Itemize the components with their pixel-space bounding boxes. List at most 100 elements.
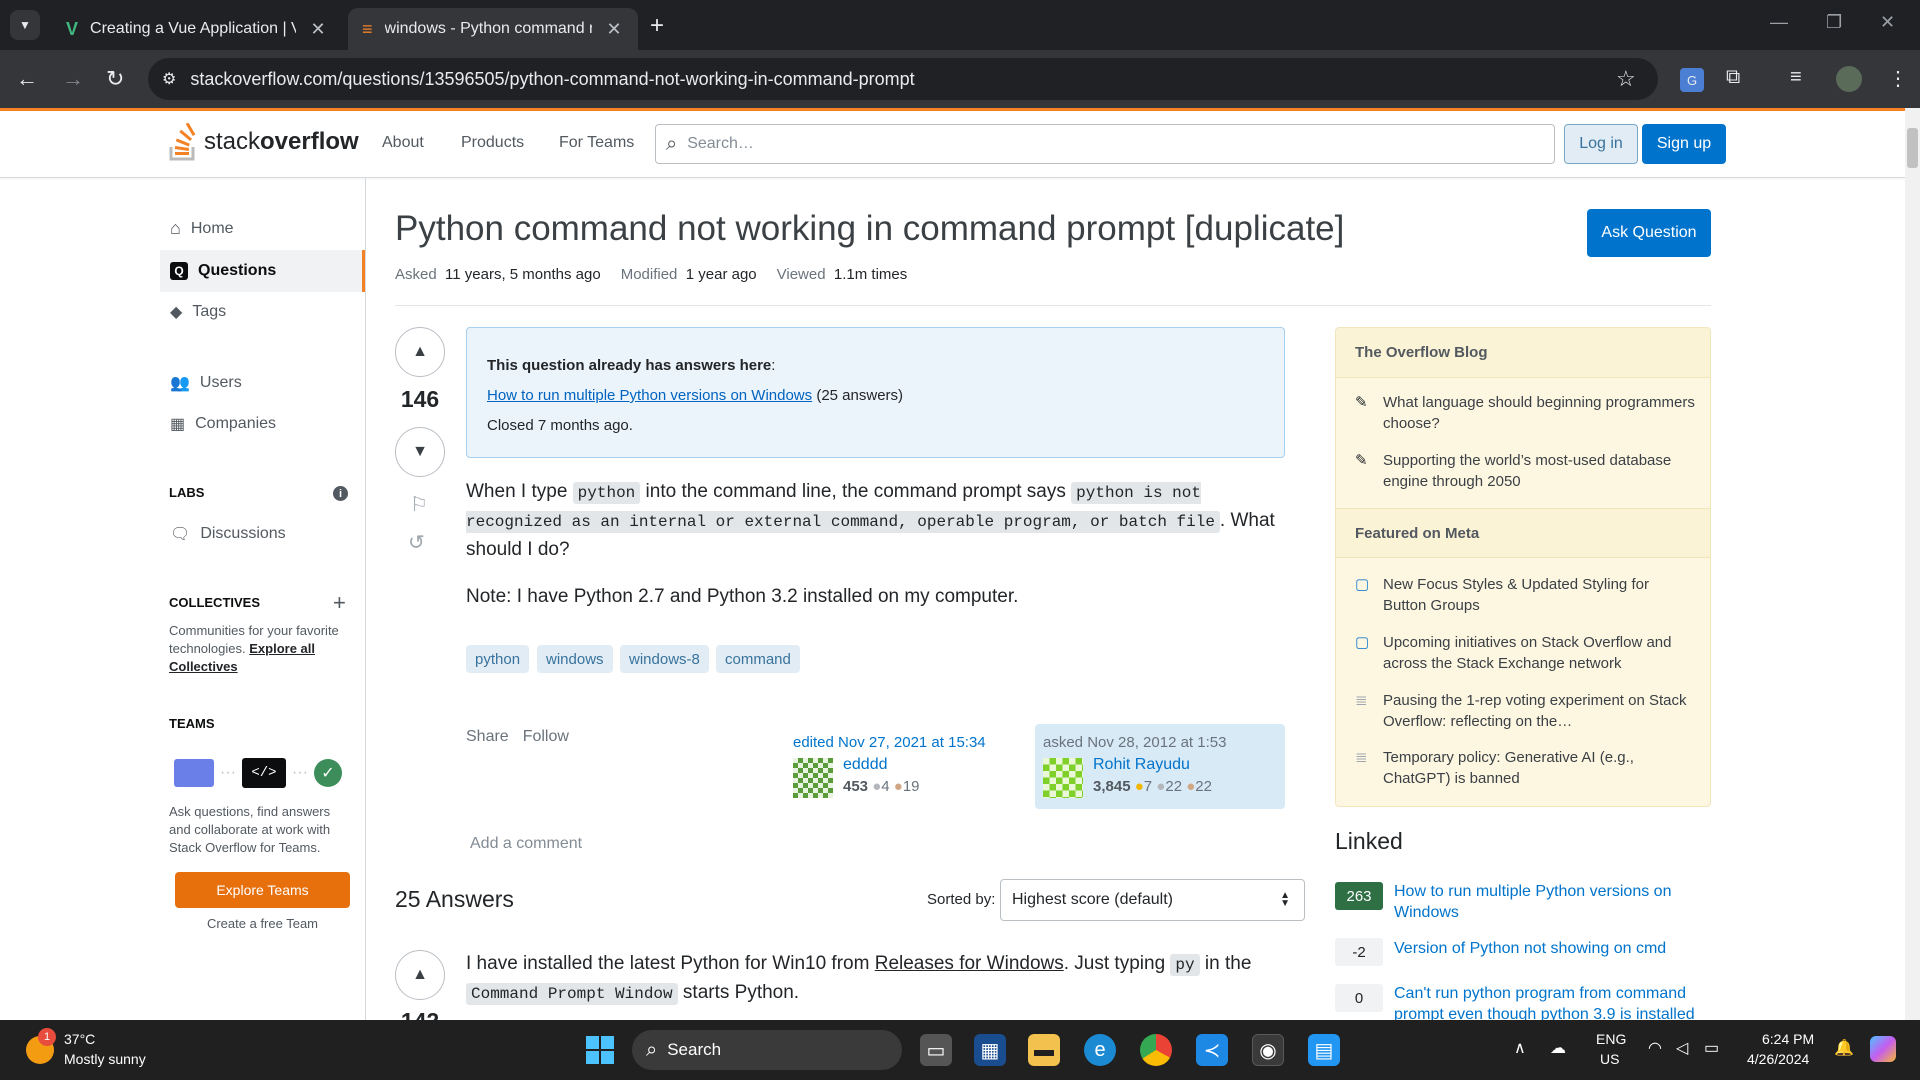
- language-region[interactable]: US: [1600, 1051, 1619, 1067]
- sidebar-item-users[interactable]: 👥 Users: [170, 373, 242, 393]
- forward-icon[interactable]: →: [62, 66, 84, 92]
- copilot-icon[interactable]: [1870, 1036, 1896, 1062]
- browser-tab-stackoverflow[interactable]: ≡ windows - Python command not working i…: [348, 8, 638, 50]
- translate-extension-icon[interactable]: G: [1680, 68, 1704, 92]
- show-hidden-icons[interactable]: ∧: [1514, 1038, 1526, 1058]
- sidebar-item-tags[interactable]: ◆ Tags: [170, 302, 226, 322]
- sidebar-item-label: Companies: [195, 415, 277, 432]
- meta-item[interactable]: ≣ Temporary policy: Generative AI (e.g.,…: [1355, 747, 1695, 789]
- profile-avatar[interactable]: [1836, 66, 1862, 92]
- add-comment-link[interactable]: Add a comment: [470, 835, 582, 853]
- linked-question-link[interactable]: How to run multiple Python versions on W…: [1394, 881, 1704, 923]
- close-tab-icon[interactable]: ✕: [308, 19, 328, 40]
- clock-date[interactable]: 4/26/2024: [1747, 1051, 1809, 1067]
- tag-windows-8[interactable]: windows-8: [620, 645, 709, 673]
- reload-icon[interactable]: ↻: [106, 66, 124, 92]
- nav-about[interactable]: About: [382, 134, 424, 152]
- page-scrollbar[interactable]: [1905, 108, 1920, 1020]
- tag-windows[interactable]: windows: [537, 645, 613, 673]
- follow-link[interactable]: Follow: [523, 728, 569, 746]
- add-collective-icon[interactable]: +: [333, 590, 346, 616]
- meta-item[interactable]: ≣ Pausing the 1-rep voting experiment on…: [1355, 690, 1695, 732]
- sidebar-item-companies[interactable]: ▦ Companies: [170, 414, 276, 434]
- info-icon[interactable]: i: [333, 486, 348, 501]
- close-tab-icon[interactable]: ✕: [604, 19, 624, 40]
- taskbar-search[interactable]: ⌕ Search: [632, 1030, 902, 1070]
- meta-item[interactable]: ▢ Upcoming initiatives on Stack Overflow…: [1355, 632, 1695, 674]
- nav-products[interactable]: Products: [461, 134, 524, 152]
- duplicate-link[interactable]: How to run multiple Python versions on W…: [487, 387, 812, 404]
- downvote-button[interactable]: ▼: [395, 427, 445, 477]
- sidebar-item-discussions[interactable]: 🗨 Discussions: [170, 524, 286, 544]
- linked-question-link[interactable]: Can't run python program from command pr…: [1394, 983, 1704, 1020]
- language-primary[interactable]: ENG: [1596, 1031, 1626, 1047]
- clock-time[interactable]: 6:24 PM: [1762, 1031, 1814, 1047]
- notepad-icon[interactable]: ▤: [1308, 1034, 1340, 1066]
- tab-search-button[interactable]: ▼: [10, 10, 40, 40]
- linked-score-badge: 263: [1335, 882, 1383, 910]
- tag-command[interactable]: command: [716, 645, 800, 673]
- sort-selected-value: Highest score (default): [1012, 891, 1173, 908]
- python-app-icon[interactable]: ◉: [1252, 1034, 1284, 1066]
- upvote-button[interactable]: ▲: [395, 327, 445, 377]
- releases-link[interactable]: Releases for Windows: [875, 953, 1064, 974]
- tag-python[interactable]: python: [466, 645, 530, 673]
- meta-item[interactable]: ▢ New Focus Styles & Updated Styling for…: [1355, 574, 1695, 616]
- create-team-link[interactable]: Create a free Team: [175, 916, 350, 931]
- blog-item[interactable]: ✎ What language should beginning program…: [1355, 392, 1695, 434]
- sidebar-item-label: Users: [199, 374, 242, 391]
- edited-timestamp[interactable]: edited Nov 27, 2021 at 15:34: [793, 732, 1007, 754]
- bookmark-icon[interactable]: ⚐: [410, 492, 428, 517]
- weather-temp[interactable]: 37°C: [64, 1031, 95, 1047]
- chrome-icon[interactable]: [1140, 1034, 1172, 1066]
- store-icon[interactable]: ▦: [974, 1034, 1006, 1066]
- wifi-icon[interactable]: ◠: [1648, 1038, 1662, 1058]
- ask-question-button[interactable]: Ask Question: [1587, 209, 1711, 257]
- minimize-icon[interactable]: —: [1770, 12, 1788, 33]
- explore-teams-button[interactable]: Explore Teams: [175, 872, 350, 908]
- signup-button[interactable]: Sign up: [1642, 124, 1726, 164]
- task-view-icon[interactable]: ▭: [920, 1034, 952, 1066]
- battery-icon[interactable]: ▭: [1704, 1038, 1719, 1058]
- browser-tab-vue[interactable]: V Creating a Vue Application | Vue.js ✕: [52, 8, 342, 50]
- history-icon[interactable]: ↺: [408, 530, 425, 555]
- login-button[interactable]: Log in: [1564, 124, 1638, 164]
- site-info-icon[interactable]: ⚙: [162, 69, 176, 89]
- answer-upvote-button[interactable]: ▲: [395, 950, 445, 1000]
- volume-icon[interactable]: ◁: [1676, 1038, 1688, 1058]
- scrollbar-thumb[interactable]: [1907, 128, 1918, 168]
- file-explorer-icon[interactable]: ▬: [1028, 1034, 1060, 1066]
- sort-select[interactable]: Highest score (default) ▲ ▼: [1000, 879, 1305, 921]
- address-bar[interactable]: ⚙ stackoverflow.com/questions/13596505/p…: [148, 58, 1658, 100]
- editor-avatar[interactable]: [793, 758, 833, 798]
- divider: [395, 305, 1711, 306]
- windows-start-icon[interactable]: [584, 1034, 616, 1066]
- stackoverflow-logo[interactable]: stackoverflow: [168, 123, 359, 161]
- weather-desc[interactable]: Mostly sunny: [64, 1051, 146, 1067]
- search-input[interactable]: ⌕ Search…: [655, 124, 1555, 164]
- duplicate-answer-count: (25 answers): [816, 387, 904, 404]
- question-title[interactable]: Python command not working in command pr…: [395, 209, 1344, 249]
- vscode-icon[interactable]: ≺: [1196, 1034, 1228, 1066]
- restore-icon[interactable]: ❐: [1826, 12, 1842, 33]
- logo-text: stackoverflow: [204, 128, 359, 155]
- onedrive-cloud-icon[interactable]: ☁: [1550, 1038, 1566, 1058]
- sidebar-item-home[interactable]: ⌂ Home: [170, 218, 234, 239]
- edge-icon[interactable]: e: [1084, 1034, 1116, 1066]
- asker-avatar[interactable]: [1043, 758, 1083, 798]
- nav-for-teams[interactable]: For Teams: [559, 134, 634, 152]
- share-link[interactable]: Share: [466, 728, 509, 746]
- extensions-icon[interactable]: ⧉: [1726, 66, 1740, 89]
- new-tab-icon[interactable]: +: [650, 12, 664, 40]
- blog-item[interactable]: ✎ Supporting the world’s most-used datab…: [1355, 450, 1695, 492]
- close-window-icon[interactable]: ✕: [1880, 12, 1895, 33]
- linked-question-link[interactable]: Version of Python not showing on cmd: [1394, 938, 1704, 959]
- bookmark-star-icon[interactable]: ☆: [1616, 66, 1636, 92]
- taskbar-search-label: Search: [667, 1040, 722, 1059]
- menu-icon[interactable]: ⋮: [1888, 66, 1908, 91]
- sidebar-item-questions[interactable]: Q Questions: [160, 250, 365, 292]
- back-icon[interactable]: ←: [16, 66, 38, 92]
- stackoverflow-logo-icon: [169, 123, 196, 161]
- notification-bell-icon[interactable]: 🔔: [1834, 1038, 1854, 1058]
- media-control-icon[interactable]: ≡: [1790, 66, 1802, 89]
